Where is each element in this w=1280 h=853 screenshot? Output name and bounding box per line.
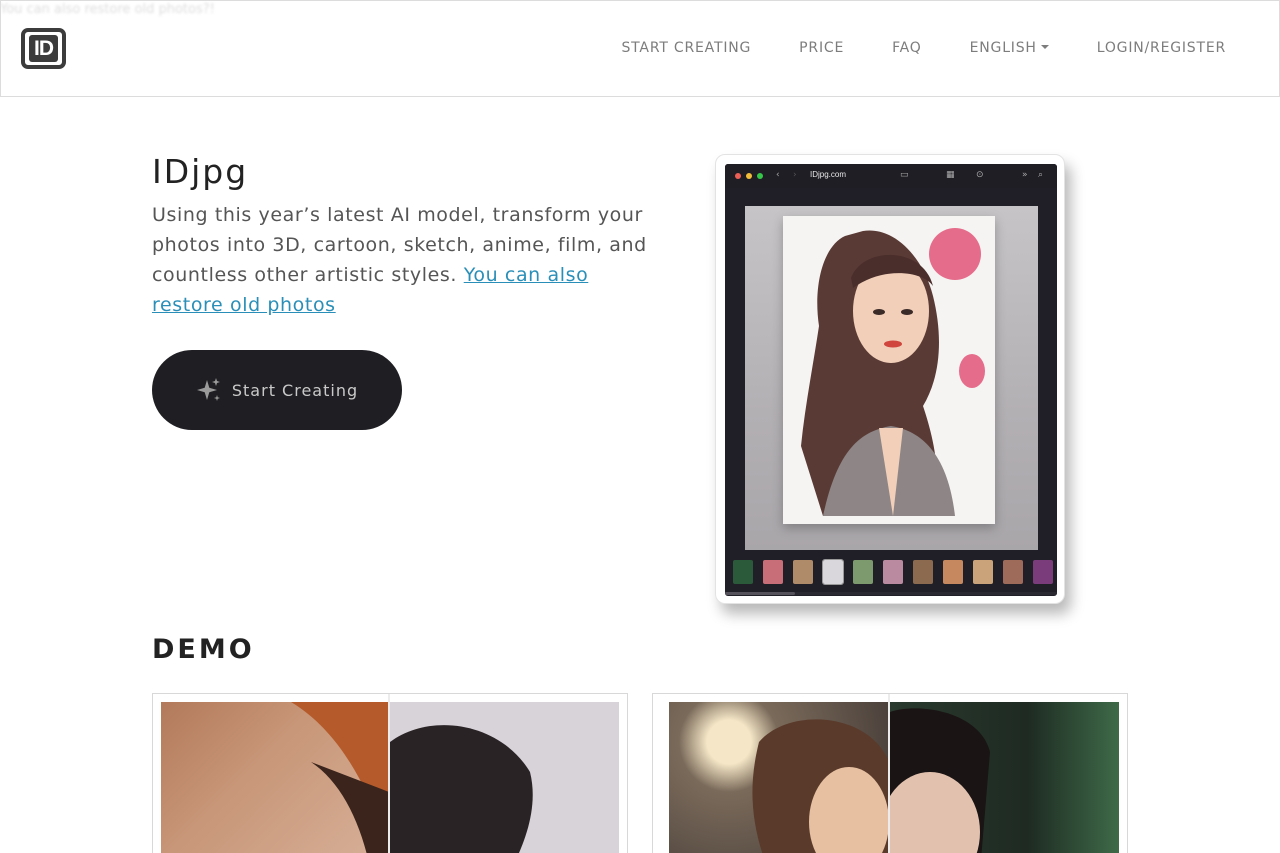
thumbnail[interactable] [883,560,903,584]
nav-language-dropdown[interactable]: ENGLISH [970,40,1049,56]
preview-photo [745,206,1038,550]
overlay-ghost-text: You can also restore old photos?! [0,2,215,17]
sparkles-icon [196,378,220,401]
thumbnail[interactable] [913,560,933,584]
portrait-print [783,216,995,524]
search-icon: ⌕ [1038,170,1044,180]
hat-illustration [291,702,389,853]
demo-section-title: DEMO [152,634,255,665]
app-preview-device: ‹ › IDjpg.com ▭ ▦ ⊙ » ⌕ [715,154,1065,604]
browser-toolbar: ‹ › IDjpg.com ▭ ▦ ⊙ » ⌕ [725,164,1057,188]
demo-after-image [390,702,619,853]
thumbnail[interactable] [973,560,993,584]
nav-login-register[interactable]: LOGIN/REGISTER [1097,40,1226,56]
hero-description: Using this year’s latest AI model, trans… [152,200,647,320]
style-thumbnails [733,559,1053,585]
hero-title: IDjpg [152,152,249,191]
forward-arrow-icon: › [793,170,797,180]
preview-url: IDjpg.com [810,170,847,179]
window-close-dot [735,173,741,179]
demo-card-1[interactable] [152,693,628,853]
portrait-illustration [801,230,955,516]
demo-after-image [890,702,1119,853]
demo-card-2[interactable] [652,693,1128,853]
logo-mark: ID [29,35,58,62]
thumbnail[interactable] [853,560,873,584]
demo-before-image [161,702,389,853]
thumbnail[interactable] [822,559,844,585]
thumbnail[interactable] [943,560,963,584]
hair-illustration [390,725,533,853]
portrait-illustration [752,719,889,853]
chevron-down-icon [1040,45,1049,49]
thumbnail-scrollbar-thumb[interactable] [725,592,795,595]
more-options-icon: ⊙ [976,170,984,180]
nav-faq[interactable]: FAQ [892,40,922,56]
back-arrow-icon: ‹ [776,170,780,180]
nav-start-creating[interactable]: START CREATING [621,40,751,56]
portrait-illustration [890,708,990,853]
nav-language-label: ENGLISH [969,40,1037,56]
thumbnail[interactable] [733,560,753,584]
sidebar-toggle-icon: ▭ [900,170,909,180]
thumbnail[interactable] [1003,560,1023,584]
grid-view-icon: ▦ [946,170,955,180]
demo-before-image [669,702,889,853]
logo[interactable]: ID [21,28,66,69]
thumbnail[interactable] [763,560,783,584]
nav-price[interactable]: PRICE [799,40,844,56]
chevron-double-right-icon: » [1022,170,1028,180]
start-creating-label: Start Creating [231,380,359,400]
window-minimize-dot [746,173,752,179]
window-zoom-dot [757,173,763,179]
thumbnail[interactable] [1033,560,1053,584]
main-nav: START CREATING PRICE FAQ ENGLISH LOGIN/R… [621,40,1226,56]
app-preview-screen: ‹ › IDjpg.com ▭ ▦ ⊙ » ⌕ [725,164,1057,596]
thumbnail[interactable] [793,560,813,584]
start-creating-button[interactable]: Start Creating [152,350,402,430]
